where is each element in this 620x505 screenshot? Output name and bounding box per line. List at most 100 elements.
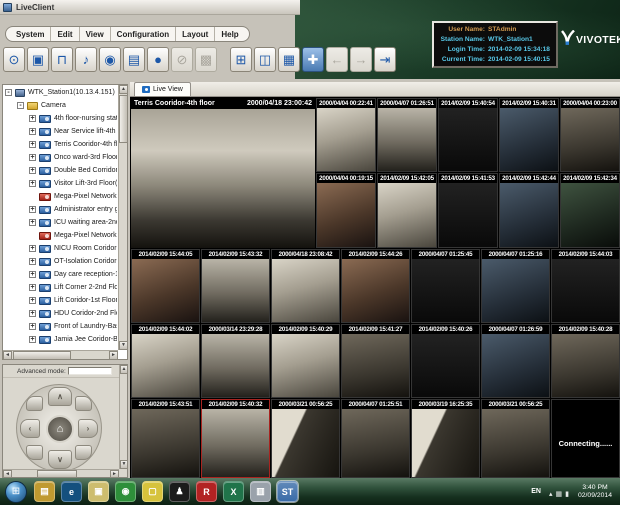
scroll-right-icon[interactable]: ►	[110, 470, 119, 478]
video-cell[interactable]: 2000/04/04 00:22:41	[316, 98, 376, 172]
ptz-mode-input[interactable]	[68, 367, 112, 375]
menu-item-configuration[interactable]: Configuration	[110, 27, 175, 41]
tree-item-camera[interactable]: +OT-Isolation Coridor-2nd Fl.	[4, 255, 117, 268]
tree-item-camera[interactable]: +Front of Laundry-Basement	[4, 320, 117, 333]
tree-item-camera[interactable]: +NICU Room Coridor-1st Flo.	[4, 242, 117, 255]
taskbar-liveclient-app[interactable]: ST	[277, 481, 298, 502]
video-cell[interactable]: 2014/02/09 15:40:26	[411, 324, 480, 398]
taskbar-file-explorer[interactable]: ▣	[88, 481, 109, 502]
tree-expander-icon[interactable]: +	[29, 154, 36, 161]
video-cell[interactable]: 2014/02/09 15:40:29	[271, 324, 340, 398]
stop-record-button[interactable]: ⊘	[171, 47, 193, 72]
ptz-down-left-button[interactable]	[26, 445, 43, 460]
ptz-down-button[interactable]: ∨	[48, 450, 72, 469]
language-indicator[interactable]: EN	[531, 488, 541, 495]
prev-layout-button[interactable]: ←	[326, 47, 348, 72]
exit-button[interactable]: ⇥	[374, 47, 396, 72]
ptz-right-button[interactable]: ›	[78, 419, 98, 438]
menu-item-layout[interactable]: Layout	[175, 27, 214, 41]
video-cell[interactable]: 2000/04/07 01:26:59	[481, 324, 550, 398]
snapshot-button[interactable]: ◉	[99, 47, 121, 72]
video-settings-button[interactable]: ◫	[254, 47, 276, 72]
video-cell[interactable]: 2000/03/19 16:25:35	[411, 399, 480, 478]
video-cell[interactable]: 2000/04/07 01:25:16	[481, 249, 550, 323]
tree-item-camera[interactable]: +4th floor-nursing station(10.	[4, 112, 117, 125]
tree-expander-icon[interactable]: +	[29, 245, 36, 252]
scroll-left-icon[interactable]: ◄	[3, 351, 12, 360]
fullscreen-button[interactable]: ✚	[302, 47, 324, 72]
ptz-up-right-button[interactable]	[75, 396, 92, 411]
tree-expander-icon[interactable]: -	[5, 89, 12, 96]
title-bar[interactable]: LiveClient	[0, 0, 300, 15]
video-cell[interactable]: 2014/02/09 15:41:27	[341, 324, 410, 398]
taskbar-clock[interactable]: 3:40 PM 02/09/2014	[574, 484, 616, 500]
tree-item-camera[interactable]: +ICU waiting area-2nd floor(.	[4, 216, 117, 229]
video-cell[interactable]: 2000/03/21 00:56:25	[481, 399, 550, 478]
video-cell[interactable]: 2014/02/09 15:41:53	[438, 173, 498, 248]
tree-item-camera[interactable]: Mega-Pixel Network Camera	[4, 190, 117, 203]
video-cell[interactable]: Connecting......	[551, 399, 620, 478]
tree-expander-icon[interactable]: +	[29, 115, 36, 122]
menu-item-view[interactable]: View	[79, 27, 110, 41]
scrollbar-thumb[interactable]	[119, 95, 128, 143]
tree-expander-icon[interactable]: +	[29, 167, 36, 174]
video-cell[interactable]: 2014/02/09 15:40:54	[438, 98, 498, 172]
tree-item-camera[interactable]: +Visitor Lift-3rd Floor(10.13.	[4, 177, 117, 190]
video-cell[interactable]: 2014/02/09 15:42:05	[377, 173, 437, 248]
tray-hidden-icons-icon[interactable]: ▴	[549, 491, 553, 498]
tree-expander-icon[interactable]: +	[29, 258, 36, 265]
layout-settings-button[interactable]: ⊞	[230, 47, 252, 72]
video-cell[interactable]: 2000/04/07 01:26:51	[377, 98, 437, 172]
start-button[interactable]: ⊞	[5, 481, 27, 503]
video-cell[interactable]: 2000/04/18 23:08:42	[271, 249, 340, 323]
taskbar-excel-app[interactable]: X	[223, 481, 244, 502]
ptz-up-button[interactable]: ∧	[48, 387, 72, 406]
video-cell[interactable]: 2014/02/09 15:43:51	[131, 399, 200, 478]
video-cell[interactable]: 2014/02/09 15:44:26	[341, 249, 410, 323]
tree-item-camera[interactable]: +Lift Corner 2-2nd Floor(10.	[4, 281, 117, 294]
video-cell[interactable]: 2014/02/09 15:43:32	[201, 249, 270, 323]
video-cell[interactable]: 2000/04/04 00:23:00	[560, 98, 620, 172]
tree-item-camera[interactable]: +Lift Coridor-1st Floor(10.1.	[4, 294, 117, 307]
tab-live-view[interactable]: Live View	[134, 82, 191, 96]
tree-expander-icon[interactable]: -	[17, 102, 24, 109]
video-cell[interactable]: 2000/03/14 23:29:28	[201, 324, 270, 398]
tree-horizontal-scrollbar[interactable]: ◄ ►	[3, 350, 118, 359]
unlock-button[interactable]: ⊓	[51, 47, 73, 72]
ptz-vertical-scrollbar[interactable]: ▲ ▼	[119, 365, 127, 469]
scroll-down-icon[interactable]: ▼	[119, 341, 128, 350]
tree-expander-icon[interactable]: +	[29, 323, 36, 330]
ptz-home-button[interactable]: ⌂	[46, 415, 74, 443]
tree-item-camera-group[interactable]: -Camera	[4, 99, 117, 112]
tree-item-camera[interactable]: +Administrator entry gate-1s	[4, 203, 117, 216]
tree-item-camera[interactable]: +Near Service lift-4th floor(1.	[4, 125, 117, 138]
popup-window-button[interactable]: ▩	[195, 47, 217, 72]
scroll-up-icon[interactable]: ▲	[119, 85, 128, 94]
video-cell[interactable]: 2014/02/09 15:44:02	[131, 324, 200, 398]
menu-item-edit[interactable]: Edit	[50, 27, 78, 41]
grid-layout-button[interactable]: ▦	[278, 47, 300, 72]
ptz-horizontal-scrollbar[interactable]: ◄ ►	[3, 469, 119, 477]
scroll-down-icon[interactable]: ▼	[120, 460, 128, 469]
taskbar-surveillance-app[interactable]: ◉	[115, 481, 136, 502]
tree-item-camera[interactable]: +Onco ward-3rd Floor(10.13.	[4, 151, 117, 164]
tree-item-station[interactable]: -WTK_Station1(10.13.4.151)	[4, 86, 117, 99]
tree-expander-icon[interactable]: +	[29, 336, 36, 343]
video-cell[interactable]: 2014/02/09 15:40:28	[551, 324, 620, 398]
record-button[interactable]: ●	[147, 47, 169, 72]
ptz-up-left-button[interactable]	[26, 396, 43, 411]
tree-expander-icon[interactable]: +	[29, 141, 36, 148]
tree-item-camera[interactable]: +Double Bed Corridor-3rd Flo	[4, 164, 117, 177]
tray-network-icon[interactable]: ▦	[555, 491, 562, 498]
volume-button[interactable]: ♪	[75, 47, 97, 72]
taskbar-pdf-app[interactable]: R	[196, 481, 217, 502]
print-button[interactable]: ▤	[123, 47, 145, 72]
video-cell[interactable]: 2014/02/09 15:44:05	[131, 249, 200, 323]
ptz-down-right-button[interactable]	[75, 445, 92, 460]
taskbar-media-app[interactable]: ♟	[169, 481, 190, 502]
ptz-left-button[interactable]: ‹	[20, 419, 40, 438]
video-cell[interactable]: 2000/03/21 00:56:25	[271, 399, 340, 478]
video-cell[interactable]: 2014/02/09 15:40:31	[499, 98, 559, 172]
main-video-cell[interactable]: Terris Cooridor-4th floor 2000/04/18 23:…	[131, 98, 315, 248]
tree-item-camera[interactable]: +HDU Coridor-2nd Floor(10.	[4, 307, 117, 320]
